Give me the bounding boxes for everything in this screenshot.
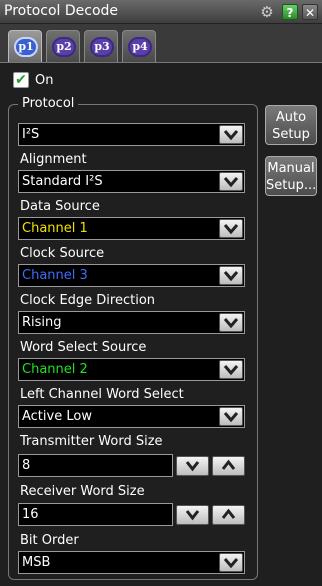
on-label: On bbox=[35, 73, 54, 88]
chevron-down-icon[interactable] bbox=[219, 172, 243, 191]
chevron-down-icon[interactable] bbox=[219, 313, 243, 332]
chevron-down-icon[interactable] bbox=[219, 360, 243, 379]
tx-word-size-label: Transmitter Word Size bbox=[20, 434, 163, 449]
tab-label: p3 bbox=[90, 37, 114, 57]
chevron-down-icon[interactable] bbox=[219, 553, 243, 572]
rx-word-size-input[interactable]: 16 bbox=[18, 503, 173, 526]
manual-setup-button[interactable]: Manual Setup... bbox=[265, 156, 317, 196]
tab-p2[interactable]: p2 bbox=[46, 30, 80, 62]
tab-label: p2 bbox=[52, 37, 76, 57]
rx-word-size-label: Receiver Word Size bbox=[20, 484, 145, 499]
data-source-value: Channel 1 bbox=[22, 221, 88, 236]
manual-setup-line1: Manual bbox=[267, 161, 315, 176]
chevron-down-icon[interactable] bbox=[219, 266, 243, 285]
alignment-select[interactable]: Standard I²S bbox=[18, 170, 245, 193]
rx-decrement-button[interactable] bbox=[176, 505, 209, 525]
window-title: Protocol Decode bbox=[4, 3, 119, 19]
clock-edge-select[interactable]: Rising bbox=[18, 311, 245, 334]
tab-label: p1 bbox=[14, 37, 38, 57]
alignment-label: Alignment bbox=[20, 152, 87, 167]
tab-label: p4 bbox=[128, 37, 152, 57]
rx-increment-button[interactable] bbox=[212, 505, 245, 525]
close-icon[interactable]: ✕ bbox=[302, 4, 318, 20]
checkmark-icon[interactable]: ✔ bbox=[13, 72, 29, 88]
title-bar: Protocol Decode ⚙ ? ✕ bbox=[0, 0, 322, 24]
clock-edge-label: Clock Edge Direction bbox=[20, 293, 156, 308]
tx-increment-button[interactable] bbox=[212, 456, 245, 476]
left-channel-value: Active Low bbox=[22, 409, 92, 424]
clock-source-label: Clock Source bbox=[20, 246, 105, 261]
clock-edge-value: Rising bbox=[22, 315, 62, 330]
tx-decrement-button[interactable] bbox=[176, 456, 209, 476]
bit-order-label: Bit Order bbox=[20, 533, 79, 548]
protocol-value: I²S bbox=[22, 127, 40, 142]
auto-setup-button[interactable]: Auto Setup bbox=[265, 105, 317, 145]
tx-word-size-value: 8 bbox=[22, 458, 31, 473]
left-channel-select[interactable]: Active Low bbox=[18, 405, 245, 428]
manual-setup-line2: Setup... bbox=[266, 178, 317, 193]
chevron-down-icon[interactable] bbox=[219, 407, 243, 426]
alignment-value: Standard I²S bbox=[22, 174, 103, 189]
tab-p3[interactable]: p3 bbox=[84, 30, 118, 62]
clock-source-select[interactable]: Channel 3 bbox=[18, 264, 245, 287]
word-select-source-select[interactable]: Channel 2 bbox=[18, 358, 245, 381]
left-channel-label: Left Channel Word Select bbox=[20, 387, 184, 402]
tab-p4[interactable]: p4 bbox=[122, 30, 156, 62]
protocol-group-legend: Protocol bbox=[18, 96, 79, 111]
tab-p1[interactable]: p1 bbox=[8, 30, 42, 62]
chevron-down-icon[interactable] bbox=[219, 125, 243, 144]
bit-order-value: MSB bbox=[22, 555, 51, 570]
clock-source-value: Channel 3 bbox=[22, 268, 88, 283]
word-select-source-value: Channel 2 bbox=[22, 362, 88, 377]
data-source-label: Data Source bbox=[20, 199, 100, 214]
data-source-select[interactable]: Channel 1 bbox=[18, 217, 245, 240]
rx-word-size-value: 16 bbox=[22, 507, 39, 522]
tab-strip: p1 p2 p3 p4 bbox=[0, 24, 322, 62]
auto-setup-line2: Setup bbox=[272, 127, 310, 142]
help-icon[interactable]: ? bbox=[282, 4, 298, 20]
auto-setup-line1: Auto bbox=[275, 110, 307, 125]
tx-word-size-input[interactable]: 8 bbox=[18, 454, 173, 477]
chevron-down-icon[interactable] bbox=[219, 219, 243, 238]
protocol-select[interactable]: I²S bbox=[18, 123, 245, 146]
gear-icon[interactable]: ⚙ bbox=[259, 4, 275, 20]
word-select-source-label: Word Select Source bbox=[20, 340, 147, 355]
bit-order-select[interactable]: MSB bbox=[18, 551, 245, 574]
